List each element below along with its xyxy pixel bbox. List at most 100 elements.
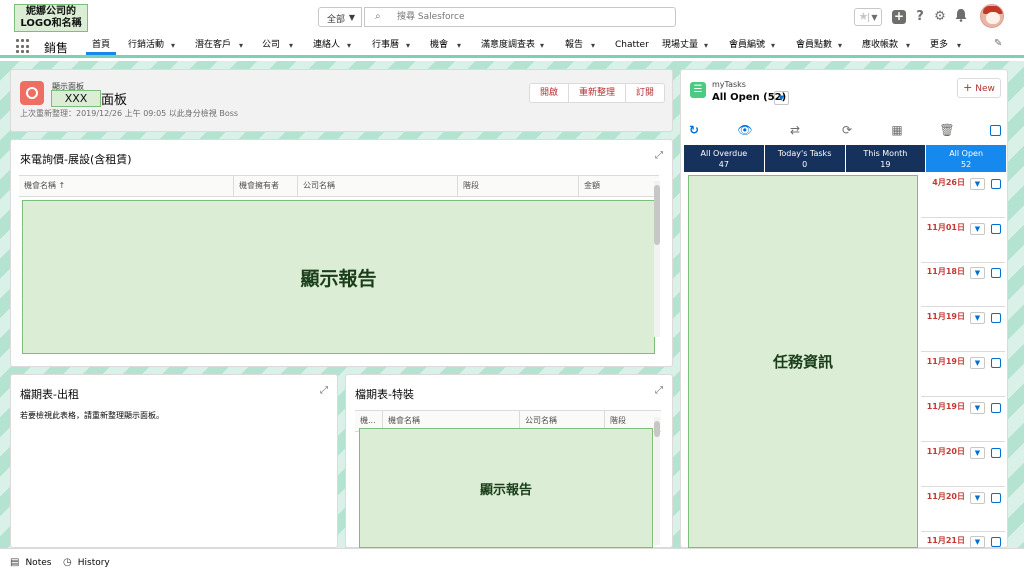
- tab-campaigns[interactable]: 行銷活動: [128, 36, 164, 55]
- scrollbar[interactable]: [654, 181, 660, 337]
- chevron-down-icon[interactable]: ▾: [457, 36, 461, 55]
- report-title: 檔期表-出租: [20, 388, 79, 401]
- chevron-down-icon[interactable]: ▾: [591, 36, 595, 55]
- tab-more[interactable]: 更多: [930, 36, 948, 55]
- assign-user-icon[interactable]: ⇄: [787, 122, 803, 138]
- tab-home[interactable]: 首頁: [86, 36, 117, 55]
- chevron-down-icon[interactable]: ▾: [906, 36, 910, 55]
- chevron-down-icon[interactable]: ▾: [406, 36, 410, 55]
- help-icon[interactable]: ?: [912, 8, 928, 26]
- chevron-down-icon[interactable]: ▼: [970, 492, 985, 504]
- app-launcher-icon[interactable]: [16, 39, 31, 54]
- open-button[interactable]: 開啟: [529, 83, 570, 103]
- task-checkbox[interactable]: [991, 358, 1001, 368]
- tab-leads[interactable]: 潛在客戶: [195, 36, 231, 55]
- chevron-down-icon[interactable]: ▼: [970, 312, 985, 324]
- global-search[interactable]: ⌕: [364, 7, 676, 27]
- tab-accounts[interactable]: 公司: [262, 36, 280, 55]
- chevron-down-icon[interactable]: ▾: [838, 36, 842, 55]
- sync-icon[interactable]: ⟳: [839, 122, 855, 138]
- tab-contacts[interactable]: 連絡人: [313, 36, 340, 55]
- trash-icon[interactable]: 🗑: [939, 122, 955, 138]
- global-actions-button[interactable]: +: [892, 10, 906, 24]
- task-checkbox[interactable]: [991, 224, 1001, 234]
- refresh-icon[interactable]: ↻: [686, 122, 702, 138]
- task-checkbox[interactable]: [991, 493, 1001, 503]
- scrollbar[interactable]: [654, 417, 660, 545]
- chevron-down-icon[interactable]: ▼: [970, 402, 985, 414]
- tab-receivables[interactable]: 應收帳款: [862, 36, 898, 55]
- task-row: 11月19日 ▼: [921, 398, 1005, 442]
- task-checkbox[interactable]: [991, 448, 1001, 458]
- chevron-down-icon[interactable]: ▼: [970, 223, 985, 235]
- chevron-down-icon[interactable]: ▾: [239, 36, 243, 55]
- chevron-down-icon[interactable]: ▼: [970, 357, 985, 369]
- favorites-button[interactable]: ★ ▼: [854, 8, 882, 26]
- dashboard-title: 面板: [101, 93, 128, 108]
- tab-member-id[interactable]: 會員編號: [729, 36, 765, 55]
- report-card-inquiry: 來電詢價-展設(含租賃) ⤢ 機會名稱 ↑ 機會擁有者 公司名稱 階段 金額 顯…: [10, 139, 673, 367]
- chevron-down-icon[interactable]: ▼: [970, 178, 985, 190]
- column-header[interactable]: 階段: [458, 176, 579, 196]
- history-utility[interactable]: ◷ History: [63, 557, 110, 568]
- chevron-down-icon[interactable]: ▾: [347, 36, 351, 55]
- chevron-down-icon[interactable]: ▾: [704, 36, 708, 55]
- subscribe-button[interactable]: 訂閱: [626, 83, 666, 103]
- task-due-date: 11月20日: [926, 492, 965, 501]
- search-scope-dropdown[interactable]: 全部 ▼: [318, 7, 362, 27]
- tab-count: 19: [880, 160, 891, 169]
- dashboard-refresh-info: 上次重新整理：2019/12/26 上午 09:05 以此身分檢視 Boss: [20, 109, 239, 118]
- new-task-button[interactable]: + New: [957, 78, 1001, 98]
- tab-opportunities[interactable]: 機會: [430, 36, 448, 55]
- tab-member-points[interactable]: 會員點數: [796, 36, 832, 55]
- select-all-checkbox[interactable]: [990, 125, 1001, 136]
- notes-utility[interactable]: ▤ Notes: [10, 557, 51, 568]
- edit-nav-pencil-icon[interactable]: ✎: [994, 38, 1002, 49]
- expand-icon[interactable]: ⤢: [655, 385, 663, 396]
- task-row: 11月01日 ▼: [921, 219, 1005, 263]
- tab-chatter[interactable]: Chatter: [615, 36, 649, 55]
- tab-surveys[interactable]: 滿意度調查表: [481, 36, 535, 55]
- task-checkbox[interactable]: [991, 179, 1001, 189]
- tab-reports[interactable]: 報告: [565, 36, 583, 55]
- tab-this-month[interactable]: This Month 19: [845, 145, 926, 172]
- dashboard-actions: 開啟 重新整理 訂閱: [529, 83, 666, 103]
- new-button-label: New: [975, 84, 995, 94]
- chevron-down-icon[interactable]: ▾: [957, 36, 961, 55]
- task-filter-tabs: All Overdue 47 Today's Tasks 0 This Month 1…: [684, 145, 1006, 172]
- tab-all-open[interactable]: All Open 52: [926, 145, 1006, 172]
- filter-dropdown-button[interactable]: ▼: [774, 91, 789, 105]
- refresh-button[interactable]: 重新整理: [569, 83, 627, 103]
- task-row: 11月19日 ▼: [921, 353, 1005, 397]
- search-input[interactable]: [397, 10, 667, 24]
- tab-todays-tasks[interactable]: Today's Tasks 0: [764, 145, 845, 172]
- avatar[interactable]: [980, 4, 1004, 28]
- expand-icon[interactable]: ⤢: [655, 150, 663, 161]
- tab-site-measure[interactable]: 現場丈量: [662, 36, 698, 55]
- tab-label: Today's Tasks: [777, 149, 832, 158]
- gear-icon[interactable]: ⚙: [932, 8, 948, 26]
- task-row: 11月21日 ▼: [921, 532, 1005, 548]
- chevron-down-icon[interactable]: ▾: [771, 36, 775, 55]
- column-header[interactable]: 機會名稱 ↑: [19, 176, 234, 196]
- column-header[interactable]: 金額: [579, 176, 659, 196]
- task-checkbox[interactable]: [991, 403, 1001, 413]
- tab-all-overdue[interactable]: All Overdue 47: [684, 145, 764, 172]
- task-checkbox[interactable]: [991, 537, 1001, 547]
- bell-icon[interactable]: [953, 8, 969, 26]
- chevron-down-icon[interactable]: ▼: [970, 447, 985, 459]
- task-checkbox[interactable]: [991, 268, 1001, 278]
- eye-icon[interactable]: 👁: [737, 122, 753, 138]
- calendar-icon[interactable]: ▦: [889, 122, 905, 138]
- chevron-down-icon[interactable]: ▾: [540, 36, 544, 55]
- chevron-down-icon[interactable]: ▾: [171, 36, 175, 55]
- chevron-down-icon[interactable]: ▾: [289, 36, 293, 55]
- task-checkbox[interactable]: [991, 313, 1001, 323]
- tab-calendar[interactable]: 行事曆: [372, 36, 399, 55]
- chevron-down-icon[interactable]: ▼: [970, 536, 985, 548]
- column-header[interactable]: 機會擁有者: [234, 176, 298, 196]
- report-placeholder: 顯示報告: [359, 428, 653, 548]
- expand-icon[interactable]: ⤢: [320, 385, 328, 396]
- column-header[interactable]: 公司名稱: [298, 176, 458, 196]
- chevron-down-icon[interactable]: ▼: [970, 267, 985, 279]
